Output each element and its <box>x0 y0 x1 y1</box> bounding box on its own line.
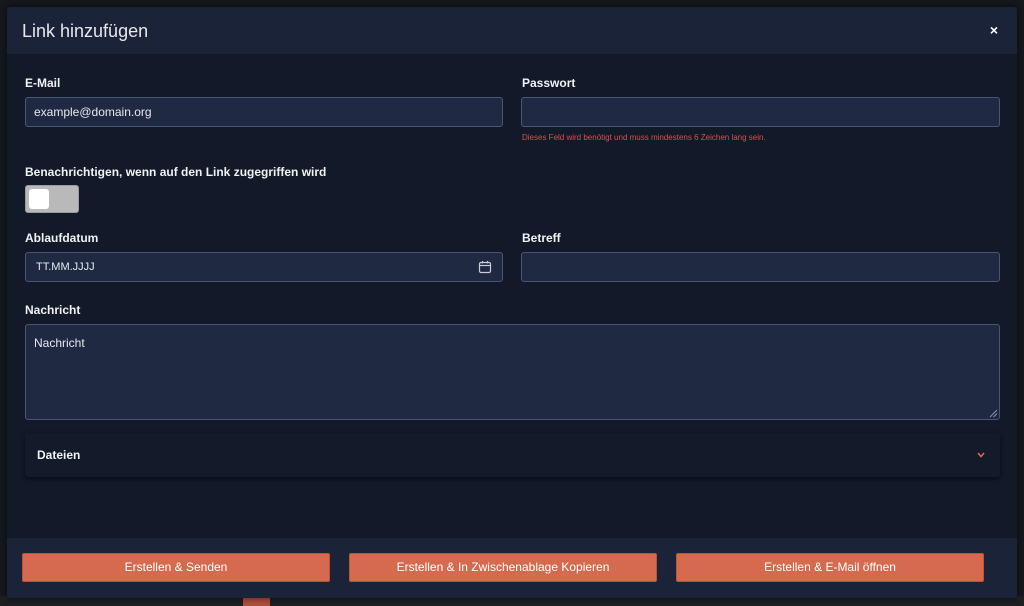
expiry-date-label: Ablaufdatum <box>25 231 99 245</box>
add-link-dialog: Link hinzufügen × E-Mail example@domain.… <box>7 7 1017 598</box>
email-label: E-Mail <box>25 76 61 90</box>
subject-label: Betreff <box>522 231 561 245</box>
dialog-title: Link hinzufügen <box>22 21 149 41</box>
files-accordion[interactable]: Dateien <box>25 433 1000 477</box>
message-textarea[interactable]: Nachricht <box>25 324 1000 420</box>
dialog-footer: Erstellen & Senden Erstellen & In Zwisch… <box>7 538 1017 598</box>
close-icon: × <box>989 22 999 38</box>
close-button[interactable]: × <box>985 21 1003 39</box>
password-input[interactable] <box>521 97 1000 127</box>
expiry-date-input[interactable]: TT.MM.JJJJ <box>25 252 503 282</box>
resize-grip-icon[interactable] <box>988 408 998 418</box>
background-accent <box>243 598 270 606</box>
date-placeholder: TT.MM.JJJJ <box>36 261 95 273</box>
dialog-header: Link hinzufügen × <box>7 7 1017 54</box>
create-and-copy-button[interactable]: Erstellen & In Zwischenablage Kopieren <box>349 553 657 582</box>
message-label: Nachricht <box>25 303 81 317</box>
subject-input[interactable] <box>521 252 1000 282</box>
calendar-icon[interactable] <box>478 260 492 274</box>
create-and-open-email-button[interactable]: Erstellen & E-Mail öffnen <box>676 553 984 582</box>
message-placeholder: Nachricht <box>34 336 85 350</box>
files-title: Dateien <box>37 448 81 462</box>
password-error-message: Dieses Feld wird benötigt und muss minde… <box>522 133 766 142</box>
chevron-down-icon <box>977 452 985 458</box>
toggle-knob <box>29 189 49 209</box>
password-label: Passwort <box>522 76 576 90</box>
notify-label: Benachrichtigen, wenn auf den Link zugeg… <box>25 165 327 179</box>
email-input[interactable]: example@domain.org <box>25 97 503 127</box>
create-and-send-button[interactable]: Erstellen & Senden <box>22 553 330 582</box>
notify-toggle[interactable] <box>25 185 79 213</box>
